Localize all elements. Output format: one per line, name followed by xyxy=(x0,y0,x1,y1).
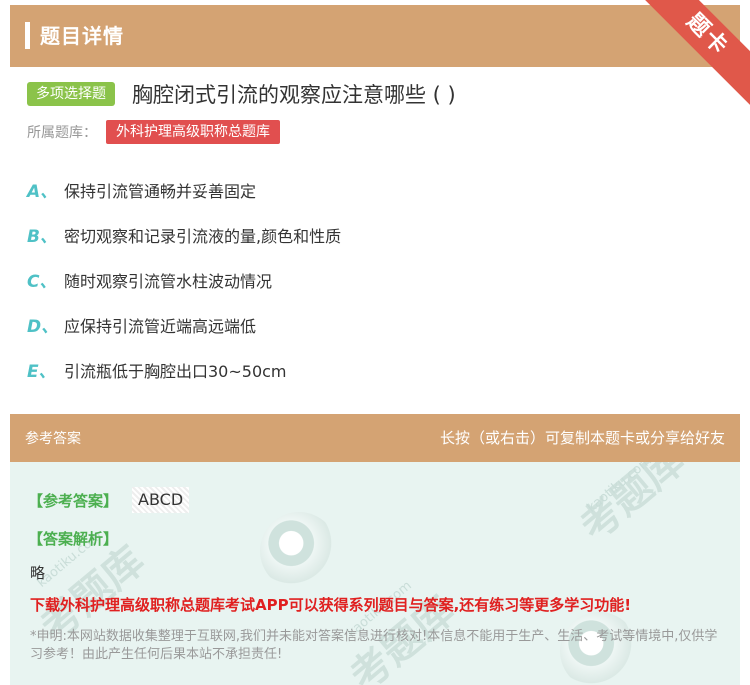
option-e[interactable]: E、 引流瓶低于胸腔出口30~50cm xyxy=(27,357,287,382)
option-a[interactable]: A、 保持引流管通畅并妥善固定 xyxy=(27,177,256,202)
analysis-label: 【答案解析】 xyxy=(28,530,119,548)
bank-link[interactable]: 外科护理高级职称总题库 xyxy=(106,120,280,144)
share-hint: 长按（或右击）可复制本题卡或分享给好友 xyxy=(439,429,725,447)
detail-header: 题目详情 xyxy=(10,5,740,67)
bank-label: 所属题库： xyxy=(27,125,97,141)
answer-section-title: 参考答案 xyxy=(25,431,81,447)
answer-label: 【参考答案】 xyxy=(28,492,119,510)
option-text: 随时观察引流管水柱波动情况 xyxy=(64,272,273,291)
question-text: 胸腔闭式引流的观察应注意哪些 ( ) xyxy=(132,83,456,107)
option-text: 密切观察和记录引流液的量,颜色和性质 xyxy=(64,227,342,246)
watermark-logo-icon xyxy=(260,512,338,590)
option-b[interactable]: B、 密切观察和记录引流液的量,颜色和性质 xyxy=(27,222,341,247)
option-letter: E、 xyxy=(27,362,56,382)
option-letter: A、 xyxy=(27,182,58,202)
corner-badge: 题卡 xyxy=(640,0,750,110)
header-title: 题目详情 xyxy=(40,24,124,48)
option-letter: B、 xyxy=(27,227,57,247)
app-download-link[interactable]: 下载外科护理高级职称总题库考试APP可以获得系列题目与答案,还有练习等更多学习功… xyxy=(30,594,631,615)
option-text: 应保持引流管近端高远端低 xyxy=(64,317,257,336)
disclaimer: *申明:本网站数据收集整理于互联网,我们并未能对答案信息进行核对!本信息不能用于… xyxy=(30,629,718,662)
answer-header: 参考答案 长按（或右击）可复制本题卡或分享给好友 xyxy=(10,414,740,462)
option-letter: D、 xyxy=(27,317,59,337)
answer-body: 考题库 考题库 考题库 kaotiku.com kaotiku.com kaot… xyxy=(10,462,740,685)
corner-badge-label: 题卡 xyxy=(640,0,750,109)
answer-value: ABCD xyxy=(132,487,190,513)
option-text: 引流瓶低于胸腔出口30~50cm xyxy=(64,362,287,381)
question-type-badge: 多项选择题 xyxy=(27,82,115,106)
option-d[interactable]: D、 应保持引流管近端高远端低 xyxy=(27,312,256,337)
option-c[interactable]: C、 随时观察引流管水柱波动情况 xyxy=(27,267,272,292)
option-letter: C、 xyxy=(27,272,57,292)
option-text: 保持引流管通畅并妥善固定 xyxy=(64,182,257,201)
header-accent-bar xyxy=(25,22,30,49)
analysis-text: 略 xyxy=(30,564,46,582)
